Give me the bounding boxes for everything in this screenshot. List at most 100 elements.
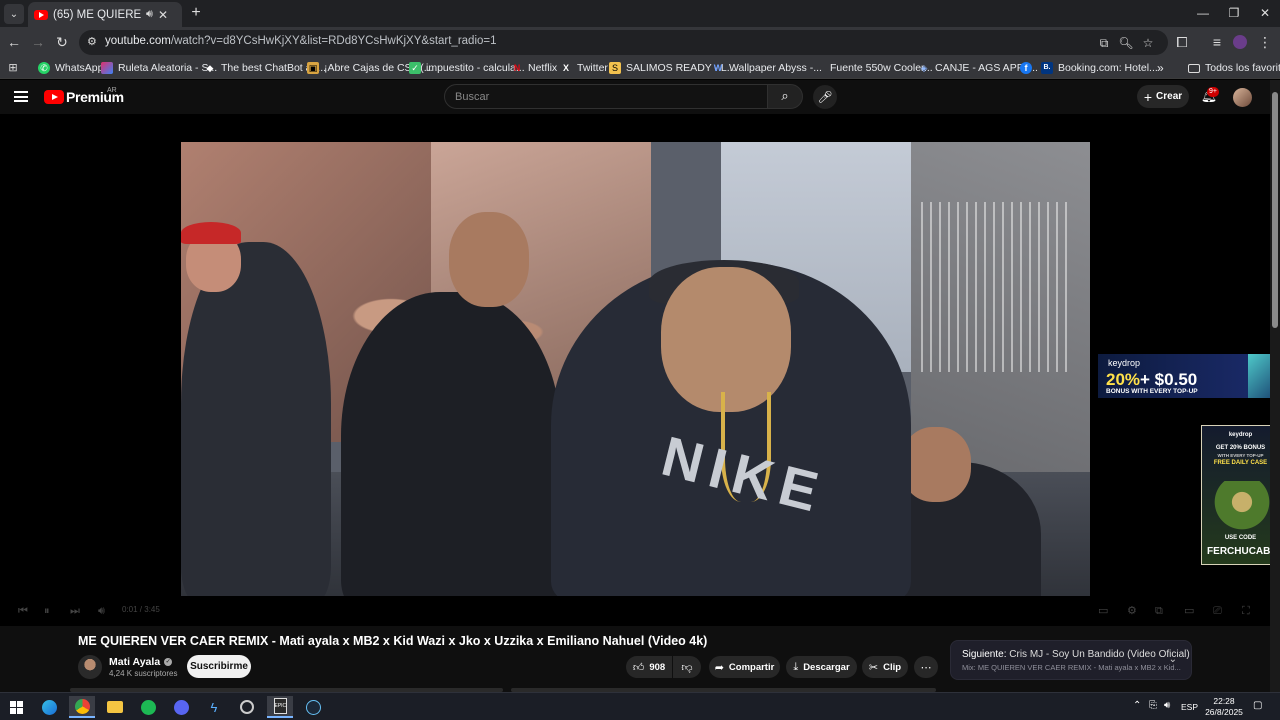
fullscreen-icon[interactable]: ⛶ (1242, 604, 1250, 618)
forward-button[interactable]: → (30, 34, 46, 50)
lightning-app-icon[interactable]: ϟ (201, 696, 227, 718)
more-actions-button[interactable]: ⋯ (914, 656, 938, 678)
share-arrow-icon: ➦ (714, 661, 724, 674)
download-button[interactable]: ⤓ Descargar (786, 656, 857, 678)
bookmark-booking[interactable]: B. Booking.com: Hotel... (1041, 60, 1158, 76)
channel-name[interactable]: Mati Ayala ✓ (109, 656, 173, 668)
bookmark-ruleta[interactable]: Ruleta Aleatoria - S... (101, 60, 217, 76)
profile-avatar[interactable] (1233, 35, 1247, 49)
close-window-button[interactable]: ✕ (1256, 4, 1274, 22)
address-bar[interactable]: ⚙ youtube.com/watch?v=d8YCsHwKjXY&list=R… (79, 30, 1168, 55)
like-button[interactable]: 👍︎ 908 (626, 656, 672, 678)
video-time: 0:01 / 3:45 (122, 605, 160, 614)
youtube-logo-icon[interactable] (44, 90, 64, 104)
keydrop-skyscraper-ad[interactable]: keydrop GET 20% BONUS WITH EVERY TOP-UP … (1201, 425, 1280, 565)
tray-chevron-up-icon[interactable]: ⌃ (1133, 700, 1141, 711)
all-bookmarks-folder[interactable]: Todos los favoritos (1188, 60, 1280, 76)
scrollbar-thumb[interactable] (1272, 92, 1278, 328)
keydrop-banner-ad[interactable]: keydrop 20%+ $0.50 BONUS WITH EVERY TOP-… (1098, 354, 1280, 398)
netflix-icon: N (513, 63, 521, 73)
notification-center-icon[interactable]: ▢ (1253, 700, 1262, 711)
create-button[interactable]: + Crear (1137, 85, 1189, 108)
chrome-icon[interactable] (69, 696, 95, 718)
theater-mode-icon[interactable]: ▭ (1184, 604, 1194, 618)
bookmark-twitter[interactable]: X Twitter (560, 60, 608, 76)
bookmark-netflix[interactable]: N Netflix (511, 60, 557, 76)
reload-button[interactable]: ↻ (54, 34, 70, 50)
up-next-card[interactable]: Siguiente: Cris MJ - Soy Un Bandido (Vid… (950, 640, 1192, 680)
new-tab-button[interactable]: + (187, 4, 205, 22)
site-info-icon[interactable]: ⚙ (87, 36, 100, 49)
spotify-icon[interactable] (135, 696, 161, 718)
previous-icon[interactable]: ⏮ (18, 604, 28, 618)
x-twitter-icon: X (562, 63, 569, 73)
tab-close-icon[interactable]: ✕ (158, 8, 168, 22)
page-scrollbar[interactable] (1270, 80, 1280, 692)
speaker-icon[interactable]: 🔊︎ (1164, 700, 1170, 711)
ad2-character-image (1212, 481, 1272, 541)
edge-icon[interactable] (36, 696, 62, 718)
windows-taskbar: ϟ EPIC ⌃ ⎘ 🔊︎ ESP 22:28 26/8/2025 ▢ (0, 692, 1280, 720)
file-explorer-icon[interactable] (102, 696, 128, 718)
network-icon[interactable]: ⎘ (1149, 700, 1157, 711)
video-player[interactable]: NIKE ⏮ ⏸ ⏭ 🔊︎ 0:01 / 3:45 ▭ ⚙ ⧉ ▭ ⎚ ⛶ (0, 114, 1270, 626)
media-control-icon[interactable]: ≡ (1209, 34, 1225, 50)
bookmark-wallpaper-abyss[interactable]: W Wallpaper Abyss -... (712, 60, 822, 76)
bookmark-facebook[interactable]: f (1020, 60, 1032, 76)
clock-app-icon[interactable] (234, 696, 260, 718)
facebook-icon: f (1020, 62, 1032, 74)
search-button[interactable]: ⌕ (767, 84, 803, 109)
windows-start-icon[interactable] (3, 696, 29, 718)
subscribe-button[interactable]: Suscribirme (187, 655, 251, 678)
bookmark-star-icon[interactable]: ☆ (1140, 35, 1156, 51)
ad2-code: FERCHUCABJ (1207, 546, 1276, 557)
audio-playing-icon[interactable]: 🔊︎ (146, 8, 153, 21)
browser-menu-icon[interactable]: ⋮ (1257, 34, 1273, 50)
browser-tab-strip: ⌄ (65) ME QUIEREN VER CAER 🔊︎ ✕ + — ❐ ✕ (0, 0, 1280, 27)
extensions-icon[interactable]: ⧠ (1174, 34, 1190, 50)
download-icon: ⤓ (793, 660, 799, 673)
apps-grid-icon[interactable]: ⊞ (7, 60, 19, 76)
discord-icon[interactable] (168, 696, 194, 718)
pause-icon[interactable]: ⏸ (44, 604, 50, 618)
more-bookmarks-chevron-icon[interactable]: » (1157, 60, 1164, 76)
whatsapp-icon: ✆ (38, 62, 50, 74)
chatbot-icon: ◆ (206, 63, 214, 73)
tab-search-chevron-icon[interactable]: ⌄ (4, 4, 24, 24)
url-text[interactable]: youtube.com/watch?v=d8YCsHwKjXY&list=RDd… (105, 35, 497, 47)
zoom-icon[interactable]: 🔍︎ (1118, 35, 1134, 51)
taskbar-clock[interactable]: 22:28 26/8/2025 (1198, 696, 1250, 718)
minimize-button[interactable]: — (1194, 4, 1212, 22)
back-button[interactable]: ← (6, 34, 22, 50)
up-next-mix: Mix: ME QUIEREN VER CAER REMIX - Mati ay… (962, 663, 1181, 672)
search-input[interactable] (455, 89, 755, 105)
video-frame[interactable]: NIKE (181, 142, 1090, 596)
share-button[interactable]: ➦ Compartir (709, 656, 780, 678)
ad-headline: 20%+ $0.50 (1106, 370, 1198, 389)
miniplayer-icon[interactable]: ⧉ (1155, 604, 1163, 618)
restore-button[interactable]: ❐ (1225, 4, 1243, 22)
dislike-button[interactable]: 👎︎ (673, 656, 701, 678)
channel-avatar[interactable] (78, 655, 102, 679)
cast-icon[interactable]: ⎚ (1213, 604, 1222, 618)
canje-icon: ◈ (920, 63, 928, 73)
chevron-down-icon[interactable]: ⌄ (1169, 654, 1177, 665)
volume-icon[interactable]: 🔊︎ (98, 604, 105, 618)
clip-button[interactable]: ✂ Clip (862, 656, 908, 678)
more-horizontal-icon: ⋯ (920, 661, 932, 674)
settings-gear-icon[interactable]: ⚙ (1127, 604, 1137, 618)
subtitles-icon[interactable]: ▭ (1098, 604, 1108, 618)
install-app-icon[interactable]: ⧉ (1096, 35, 1112, 51)
steam-icon[interactable] (300, 696, 326, 718)
epic-games-icon[interactable]: EPIC (267, 696, 293, 718)
bookmark-whatsapp[interactable]: ✆ WhatsApp (38, 60, 103, 76)
voice-search-button[interactable]: 🎤︎ (813, 85, 837, 109)
next-icon[interactable]: ⏭ (70, 604, 80, 618)
tab-youtube[interactable]: (65) ME QUIEREN VER CAER 🔊︎ ✕ (28, 2, 182, 27)
account-avatar[interactable] (1233, 88, 1252, 107)
language-indicator[interactable]: ESP (1181, 702, 1198, 712)
verified-check-icon: ✓ (164, 658, 173, 666)
bookmark-impuestito[interactable]: ✓ impuestito - calcula... (409, 60, 525, 76)
hamburger-menu-icon[interactable] (14, 91, 28, 102)
ad2-use-code: USE CODE (1224, 535, 1257, 541)
